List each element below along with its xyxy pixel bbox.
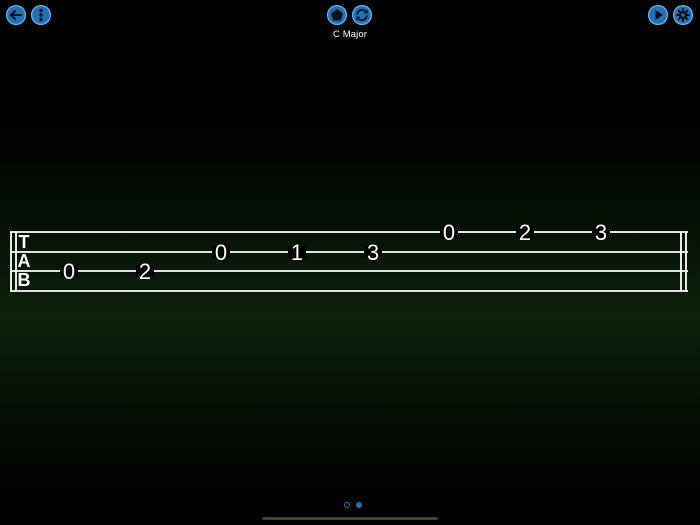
play-button[interactable] xyxy=(648,5,668,25)
tab-clef-t: T xyxy=(19,232,30,252)
fret-number: 3 xyxy=(367,240,379,265)
page-dot-1[interactable] xyxy=(344,502,350,508)
shape-button[interactable] xyxy=(327,5,347,25)
play-icon xyxy=(655,10,663,20)
fret-number: 1 xyxy=(291,240,303,265)
tab-clef-b: B xyxy=(18,270,31,290)
refresh-icon xyxy=(356,9,368,21)
gear-icon xyxy=(676,8,690,22)
fret-number: 2 xyxy=(139,259,151,284)
vertical-dots-icon xyxy=(39,8,43,22)
home-indicator xyxy=(262,517,438,520)
pentagon-icon xyxy=(331,9,343,21)
back-button[interactable] xyxy=(6,5,26,25)
settings-button[interactable] xyxy=(673,5,693,25)
tab-staff: T A B 0 2 0 1 3 0 2 3 xyxy=(0,220,700,300)
more-options-button[interactable] xyxy=(31,5,51,25)
fret-number: 3 xyxy=(595,220,607,245)
page-dot-2-active[interactable] xyxy=(356,502,362,508)
page-title: C Major xyxy=(333,29,367,40)
fret-number: 0 xyxy=(215,240,227,265)
fret-number: 2 xyxy=(519,220,531,245)
tab-clef-a: A xyxy=(18,251,31,271)
loop-button[interactable] xyxy=(352,5,372,25)
fret-number: 0 xyxy=(63,259,75,284)
arrow-left-icon xyxy=(10,10,22,20)
page-indicator[interactable] xyxy=(344,501,364,511)
fret-number: 0 xyxy=(443,220,455,245)
